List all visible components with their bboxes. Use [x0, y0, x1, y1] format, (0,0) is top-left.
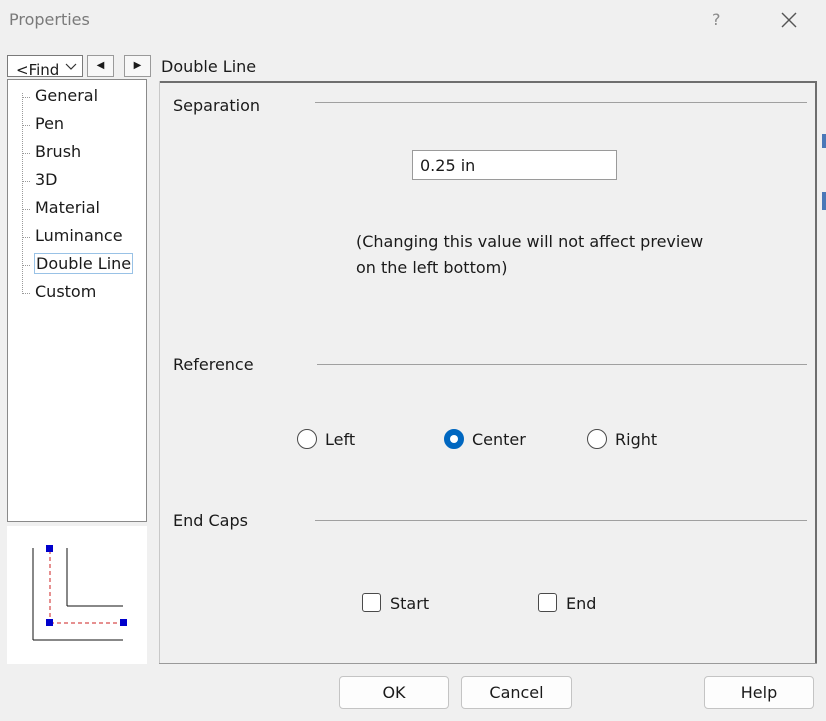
end-caps-divider — [315, 520, 807, 521]
radio-label: Right — [615, 430, 658, 449]
reference-label: Reference — [173, 355, 254, 374]
separation-divider — [315, 102, 807, 103]
preview-start-handle — [46, 545, 53, 552]
tree-item-label: Pen — [35, 114, 65, 133]
radio-circle — [444, 429, 464, 449]
checkbox-label: End — [566, 594, 597, 613]
checkbox-label: Start — [390, 594, 430, 613]
separation-note-line1: (Changing this value will not affect pre… — [356, 232, 704, 251]
panel-title: Double Line — [161, 57, 257, 76]
chevron-down-icon — [65, 63, 77, 70]
panel-left-border — [159, 81, 160, 663]
radio-label: Center — [472, 430, 526, 449]
cancel-button[interactable]: Cancel — [461, 676, 572, 709]
next-button[interactable]: ▶ — [124, 55, 151, 77]
find-combo-text: <Find — [16, 61, 60, 77]
panel-bottom-border — [159, 663, 817, 664]
separation-note: (Changing this value will not affect pre… — [356, 229, 716, 281]
arrow-right-icon: ▶ — [133, 60, 142, 71]
arrow-left-icon: ◀ — [96, 60, 105, 71]
help-button[interactable]: Help — [704, 676, 814, 709]
edge-artifact — [822, 192, 826, 210]
panel-right-border — [815, 81, 817, 663]
tree-item-label: General — [35, 86, 99, 105]
radio-circle — [297, 429, 317, 449]
preview-end-handle — [120, 619, 127, 626]
previous-button[interactable]: ◀ — [87, 55, 114, 77]
separation-note-line2: on the left bottom) — [356, 258, 508, 277]
tree-navigation: <Find ◀ ▶ — [7, 55, 151, 79]
find-combo[interactable]: <Find — [7, 55, 83, 77]
radio-circle — [587, 429, 607, 449]
end-caps-label: End Caps — [173, 511, 248, 530]
title-bar: Properties ? — [0, 0, 826, 42]
close-icon[interactable] — [778, 9, 800, 31]
separation-input[interactable] — [412, 150, 617, 180]
tree-item-label: Brush — [35, 142, 82, 161]
property-tree: General Pen Brush 3D Material Luminance … — [7, 79, 147, 522]
tree-item-label: 3D — [35, 170, 58, 189]
tree-item-label: Material — [35, 198, 100, 217]
separation-label: Separation — [173, 96, 260, 115]
help-icon[interactable]: ? — [712, 10, 721, 29]
tree-item-label: Luminance — [35, 226, 123, 245]
double-line-preview-graphic — [32, 545, 127, 641]
checkbox-box — [362, 593, 381, 612]
panel-top-border — [159, 81, 815, 83]
preview-corner-handle — [46, 619, 53, 626]
radio-label: Left — [325, 430, 356, 449]
tree-item-label: Double Line — [34, 253, 134, 274]
checkbox-box — [538, 593, 557, 612]
tree-item-label: Custom — [35, 282, 97, 301]
ok-button[interactable]: OK — [339, 676, 449, 709]
edge-artifact — [822, 134, 826, 148]
properties-dialog: Properties ? <Find ◀ ▶ General Pen Brush… — [0, 0, 826, 721]
reference-divider — [317, 364, 807, 365]
tree-connector — [22, 93, 23, 294]
window-title: Properties — [9, 10, 90, 29]
line-preview — [7, 526, 147, 664]
